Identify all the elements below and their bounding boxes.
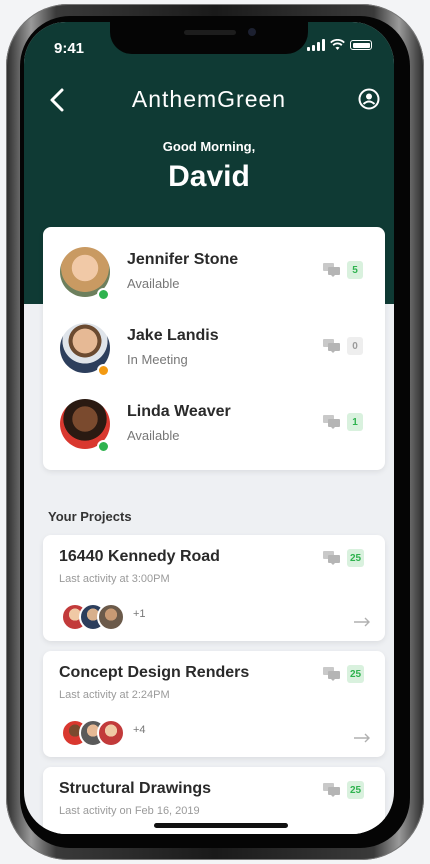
presence-indicator bbox=[97, 440, 110, 453]
navigation-bar: AnthemGreen bbox=[24, 82, 394, 122]
greeting-text: Good Morning, bbox=[162, 139, 256, 154]
project-card[interactable]: Concept Design Renders Last activity at … bbox=[43, 651, 385, 757]
app-screen: 9:41 AnthemGreen Good Morning, David Jen… bbox=[24, 22, 394, 834]
chat-icon bbox=[323, 783, 340, 797]
contact-status: Available bbox=[127, 428, 180, 443]
chat-icon bbox=[323, 667, 340, 681]
user-name: David bbox=[168, 160, 250, 193]
contact-status: In Meeting bbox=[127, 352, 188, 367]
project-members: +1 bbox=[61, 603, 181, 631]
app-title: AnthemGreen bbox=[131, 86, 287, 112]
message-count-badge: 25 bbox=[347, 549, 365, 567]
contacts-card: Jennifer Stone Available 5 Jake Landis I… bbox=[43, 227, 385, 470]
project-last-activity: Last activity on Feb 16, 2019 bbox=[59, 805, 200, 817]
message-count-badge: 0 bbox=[347, 337, 363, 355]
message-count-badge: 25 bbox=[347, 665, 365, 683]
project-title: 16440 Kennedy Road bbox=[59, 548, 220, 565]
chat-icon bbox=[323, 415, 340, 429]
contact-name: Linda Weaver bbox=[127, 403, 231, 420]
project-last-activity: Last activity at 3:00PM bbox=[59, 573, 170, 585]
signal-icon bbox=[307, 39, 325, 51]
battery-icon bbox=[350, 40, 372, 50]
extra-members-count: +1 bbox=[133, 608, 146, 620]
chat-icon bbox=[323, 551, 340, 565]
extra-members-count: +4 bbox=[133, 724, 146, 736]
status-icons bbox=[307, 39, 372, 51]
contact-status: Available bbox=[127, 276, 180, 291]
contact-row[interactable]: Linda Weaver Available 1 bbox=[43, 395, 385, 465]
message-count-badge: 1 bbox=[347, 413, 363, 431]
section-label-projects: Your Projects bbox=[48, 509, 132, 524]
notch bbox=[110, 22, 308, 54]
presence-indicator bbox=[97, 364, 110, 377]
project-title: Concept Design Renders bbox=[59, 664, 250, 681]
avatar bbox=[97, 719, 125, 747]
contact-row[interactable]: Jake Landis In Meeting 0 bbox=[43, 319, 385, 389]
wifi-icon bbox=[330, 39, 345, 50]
arrow-right-icon[interactable] bbox=[353, 617, 371, 627]
project-last-activity: Last activity at 2:24PM bbox=[59, 689, 170, 701]
message-count-badge: 5 bbox=[347, 261, 363, 279]
contact-name: Jennifer Stone bbox=[127, 251, 239, 268]
contact-name: Jake Landis bbox=[127, 327, 219, 344]
home-indicator[interactable] bbox=[154, 823, 288, 828]
project-members: +4 bbox=[61, 719, 181, 747]
speaker-grille bbox=[184, 30, 236, 35]
message-count-badge: 25 bbox=[347, 781, 365, 799]
presence-indicator bbox=[97, 288, 110, 301]
project-card[interactable]: 16440 Kennedy Road Last activity at 3:00… bbox=[43, 535, 385, 641]
status-time: 9:41 bbox=[54, 40, 85, 57]
profile-icon[interactable] bbox=[358, 88, 380, 110]
avatar bbox=[97, 603, 125, 631]
project-title: Structural Drawings bbox=[59, 780, 212, 797]
contact-row[interactable]: Jennifer Stone Available 5 bbox=[43, 243, 385, 313]
chat-icon bbox=[323, 263, 340, 277]
chat-icon bbox=[323, 339, 340, 353]
arrow-right-icon[interactable] bbox=[353, 733, 371, 743]
front-camera bbox=[248, 28, 256, 36]
